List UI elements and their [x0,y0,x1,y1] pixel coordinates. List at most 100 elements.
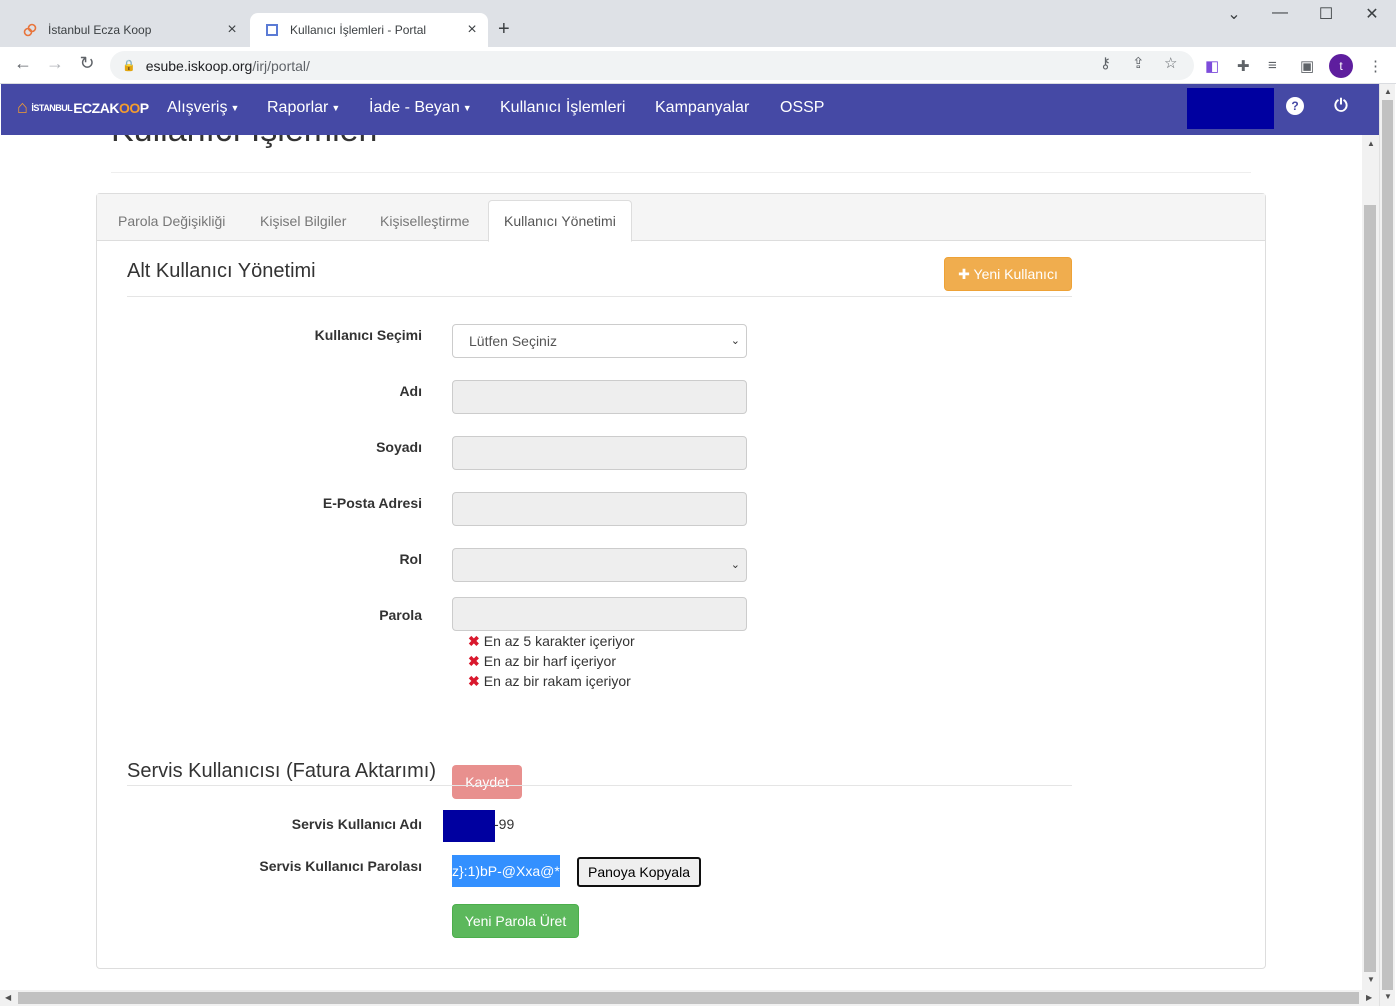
browser-tab-bar: İstanbul Ecza Koop × Kullanıcı İşlemleri… [0,0,1396,47]
horizontal-scrollbar[interactable]: ◀ ▶ [0,990,1379,1006]
window-close-icon[interactable]: ✕ [1349,4,1395,24]
key-icon[interactable]: ⚷ [1100,54,1111,72]
surname-field[interactable] [452,436,747,470]
chevron-down-icon: ⌄ [730,335,740,347]
caret-down-icon: ▼ [331,102,341,113]
service-username-suffix: -99 [494,816,515,832]
service-username-redacted [443,810,495,842]
browser-toolbar: ← → ↻ 🔒 esube.iskoop.org/irj/portal/ ⚷ ⇪… [0,47,1396,84]
new-user-label: Yeni Kullanıcı [973,266,1058,282]
save-button[interactable]: Kaydet [452,765,522,799]
close-icon[interactable]: × [462,21,482,39]
media-queue-icon[interactable]: ≡ [1268,57,1277,74]
user-select-label: Kullanıcı Seçimi [314,327,422,343]
close-icon[interactable]: × [222,21,242,39]
nav-raporlar[interactable]: Raporlar ▼ [267,99,340,117]
settings-panel: Parola Değişikliği Kişisel Bilgiler Kişi… [96,193,1266,969]
role-select[interactable]: ⌄ [452,548,747,582]
nav-iade-beyan[interactable]: İade - Beyan ▼ [369,99,472,117]
scroll-up-icon[interactable]: ▲ [1367,139,1375,148]
help-icon[interactable]: ? [1286,97,1304,115]
generate-password-button[interactable]: Yeni Parola Üret [452,904,579,938]
logo-prefix: İSTANBUL [31,102,73,113]
nav-ossp[interactable]: OSSP [780,99,824,117]
scroll-thumb[interactable] [1382,100,1393,990]
address-bar[interactable]: 🔒 esube.iskoop.org/irj/portal/ [110,51,1194,80]
outer-vertical-scrollbar[interactable]: ▲ ▼ [1379,84,1395,1006]
tab-kisisel-bilgiler[interactable]: Kişisel Bilgiler [260,194,346,241]
back-arrow-icon[interactable]: ← [10,53,36,74]
scroll-left-icon[interactable]: ◀ [5,993,11,1002]
power-icon[interactable]: ⏻ [1332,97,1350,115]
maximize-icon[interactable]: ☐ [1303,4,1349,24]
surname-label: Soyadı [376,439,422,455]
scroll-thumb[interactable] [18,992,1359,1004]
scroll-up-icon[interactable]: ▲ [1384,87,1392,96]
lock-icon: 🔒 [122,60,136,72]
profile-avatar[interactable]: t [1329,54,1353,78]
nav-kullanici-islemleri[interactable]: Kullanıcı İşlemleri [500,99,625,117]
chevron-down-icon[interactable]: ⌄ [1211,4,1257,24]
email-label: E-Posta Adresi [322,495,422,511]
nav-alisveris[interactable]: Alışveriş ▼ [167,99,239,117]
link-favicon-icon [22,22,38,38]
service-password-value[interactable]: z}:1)bP-@Xxa@* [452,855,560,887]
tab-title: İstanbul Ecza Koop [48,23,152,37]
tab-kisisellestirme[interactable]: Kişiselleştirme [380,194,469,241]
side-panel-icon[interactable]: ▣ [1300,57,1314,75]
password-label: Parola [379,607,422,623]
nav-kampanyalar[interactable]: Kampanyalar [655,99,749,117]
caret-down-icon: ▼ [230,102,240,113]
service-username-label: Servis Kullanıcı Adı [291,816,422,832]
star-icon[interactable]: ☆ [1164,54,1177,72]
scroll-down-icon[interactable]: ▼ [1367,975,1375,984]
password-rule: ✖ En az 5 karakter içeriyor [468,633,635,649]
logo-o: OO [118,99,140,116]
subuser-divider [127,296,1072,297]
scroll-right-icon[interactable]: ▶ [1366,993,1372,1002]
page-title: Kullanıcı İşlemleri [111,135,377,150]
chevron-down-icon: ⌄ [730,559,740,571]
user-select-value: Lütfen Seçiniz [469,333,557,349]
scroll-down-icon[interactable]: ▼ [1384,992,1392,1001]
page-content: Kullanıcı İşlemleri Parola Değişikliği K… [0,135,1362,990]
browser-tab-istanbul-ecza[interactable]: İstanbul Ecza Koop × [8,13,248,47]
new-tab-button[interactable]: + [498,18,510,41]
service-section-title: Servis Kullanıcısı (Fatura Aktarımı) [127,760,436,782]
user-redacted-box[interactable] [1187,88,1274,129]
logo-main: ECZAK [73,99,119,116]
inner-vertical-scrollbar[interactable]: ▲ ▼ [1362,135,1379,990]
settings-tabs: Parola Değişikliği Kişisel Bilgiler Kişi… [97,194,1265,242]
tab-title: Kullanıcı İşlemleri - Portal [290,23,427,37]
url-text: esube.iskoop.org/irj/portal/ [145,57,310,74]
password-field[interactable] [452,597,747,631]
email-field[interactable] [452,492,747,526]
app-navbar: ⌂ İSTANBUL ECZAK OO P Alışveriş ▼ Raporlar ▼… [1,84,1379,135]
tab-kullanici-yonetimi[interactable]: Kullanıcı Yönetimi [488,200,632,242]
x-mark-icon: ✖ [468,633,480,649]
new-user-button[interactable]: ✚ Yeni Kullanıcı [944,257,1072,291]
copy-to-clipboard-button[interactable]: Panoya Kopyala [577,857,701,887]
portal-favicon-icon [264,22,280,38]
tab-parola-degisikligi[interactable]: Parola Değişikliği [118,194,225,241]
plus-icon: ✚ [958,266,974,282]
app-logo[interactable]: ⌂ İSTANBUL ECZAK OO P [17,97,149,118]
forward-arrow-icon[interactable]: → [42,53,68,74]
visual-studio-extension-icon[interactable]: ◧ [1205,57,1219,75]
share-icon[interactable]: ⇪ [1132,54,1145,72]
title-divider [111,172,1251,173]
minimize-icon[interactable]: — [1257,4,1303,22]
service-password-label: Servis Kullanıcı Parolası [259,858,422,874]
browser-tab-portal[interactable]: Kullanıcı İşlemleri - Portal × [250,13,488,47]
x-mark-icon: ✖ [468,653,480,669]
name-field[interactable] [452,380,747,414]
caret-down-icon: ▼ [462,102,472,113]
user-select[interactable]: Lütfen Seçiniz ⌄ [452,324,747,358]
role-label: Rol [399,551,422,567]
more-menu-icon[interactable]: ⋮ [1368,57,1383,75]
puzzle-extension-icon[interactable]: ✚ [1237,57,1250,75]
reload-icon[interactable]: ↻ [74,53,100,74]
scroll-thumb[interactable] [1364,205,1376,972]
password-rule: ✖ En az bir harf içeriyor [468,653,617,669]
x-mark-icon: ✖ [468,673,480,689]
